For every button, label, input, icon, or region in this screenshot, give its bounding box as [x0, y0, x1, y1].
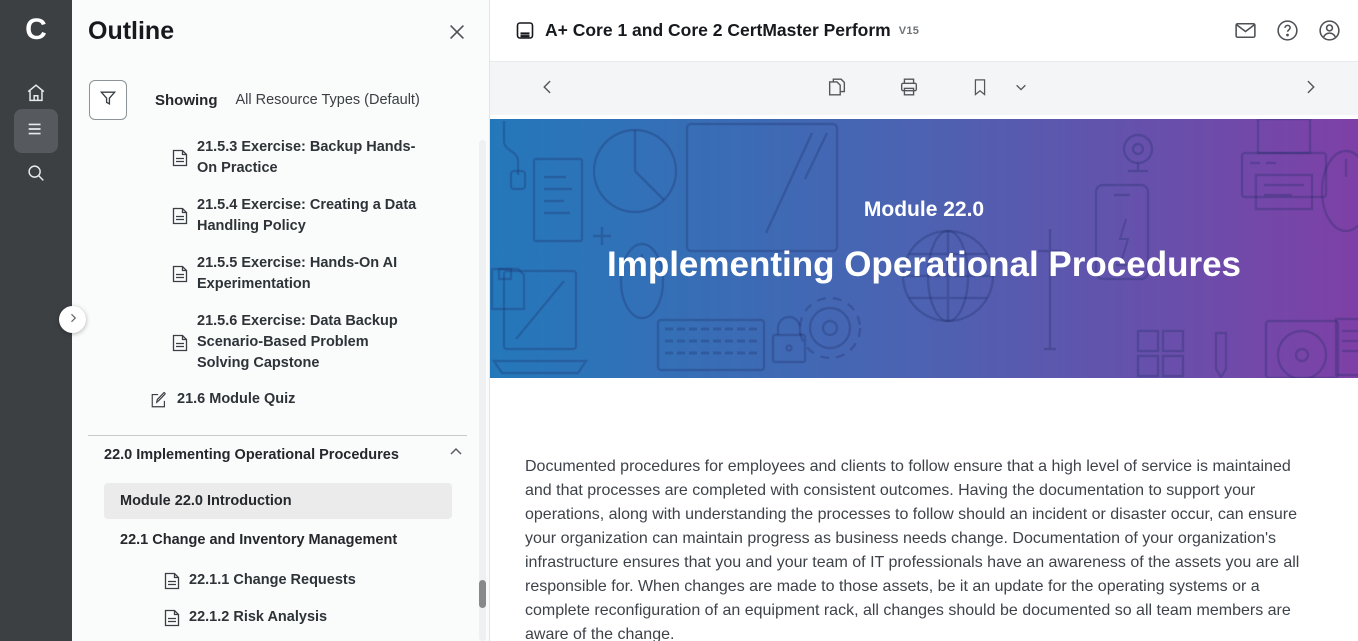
document-icon: [164, 572, 180, 590]
document-icon: [172, 149, 188, 167]
bookmark-menu-button[interactable]: [1008, 62, 1034, 116]
document-icon: [172, 207, 188, 225]
outline-item[interactable]: 21.5.6 Exercise: Data Backup Scenario-Ba…: [172, 311, 420, 374]
course-book-icon: [515, 21, 535, 41]
print-button[interactable]: [895, 62, 923, 116]
filter-value[interactable]: All Resource Types (Default): [236, 92, 420, 108]
document-icon: [172, 265, 188, 283]
outline-list-icon: [25, 118, 47, 145]
filter-showing-label: Showing: [155, 92, 218, 109]
close-outline-button[interactable]: [444, 21, 470, 47]
chevron-down-icon: [1014, 80, 1028, 99]
outline-section-label: 22.0 Implementing Operational Procedures: [104, 447, 399, 463]
comptia-logo: C: [0, 10, 72, 50]
outline-scrollbar[interactable]: [479, 140, 486, 641]
printer-icon: [898, 76, 920, 103]
outline-item[interactable]: 22.1 Change and Inventory Management: [120, 532, 397, 548]
filter-button[interactable]: [89, 80, 127, 120]
quiz-pencil-icon: [150, 391, 168, 409]
outline-item[interactable]: 22.1.1 Change Requests: [164, 570, 444, 591]
outline-item-label: 21.5.6 Exercise: Data Backup Scenario-Ba…: [197, 311, 420, 374]
course-title: A+ Core 1 and Core 2 CertMaster Perform: [545, 20, 891, 41]
outline-item-label: 21.6 Module Quiz: [177, 389, 295, 410]
filter-funnel-icon: [98, 88, 118, 113]
copy-icon: [826, 76, 848, 103]
outline-item[interactable]: 21.5.3 Exercise: Backup Hands-On Practic…: [172, 137, 432, 179]
document-icon: [164, 609, 180, 627]
document-icon: [172, 334, 188, 352]
outline-scrollbar-thumb[interactable]: [479, 580, 486, 608]
bookmark-button[interactable]: [966, 62, 994, 116]
outline-panel-title: Outline: [88, 17, 174, 46]
course-version-badge: V15: [899, 25, 919, 37]
help-button[interactable]: [1275, 18, 1300, 43]
copy-button[interactable]: [823, 62, 851, 116]
outline-item[interactable]: 21.5.5 Exercise: Hands-On AI Experimenta…: [172, 253, 432, 295]
outline-divider: [88, 435, 467, 436]
chevron-left-icon: [538, 77, 558, 102]
close-icon: [446, 21, 468, 48]
module-banner: Module 22.0 Implementing Operational Pro…: [490, 119, 1358, 378]
outline-item-label: 21.5.3 Exercise: Backup Hands-On Practic…: [197, 137, 432, 179]
chevron-right-icon: [1300, 77, 1320, 102]
home-icon: [25, 82, 47, 109]
outline-item-label: 22.1 Change and Inventory Management: [120, 532, 397, 548]
banner-module-label: Module 22.0: [864, 198, 984, 222]
search-icon: [25, 162, 47, 189]
outline-item-label: 22.1.1 Change Requests: [189, 570, 356, 591]
panel-expand-button[interactable]: [59, 306, 86, 333]
bookmark-icon: [970, 77, 990, 102]
outline-item-quiz[interactable]: 21.6 Module Quiz: [150, 389, 430, 410]
outline-panel: Outline Showing All Resource Types (Defa…: [72, 0, 490, 641]
previous-page-button[interactable]: [534, 62, 562, 116]
filter-row: Showing All Resource Types (Default): [89, 80, 420, 120]
outline-item-selected[interactable]: Module 22.0 Introduction: [104, 483, 452, 519]
chevron-right-icon: [67, 311, 79, 329]
account-button[interactable]: [1317, 18, 1342, 43]
outline-item-label: Module 22.0 Introduction: [120, 493, 292, 509]
outline-nav-button[interactable]: [14, 109, 58, 153]
outline-item-label: 22.1.2 Risk Analysis: [189, 607, 327, 628]
outline-item[interactable]: 21.5.4 Exercise: Creating a Data Handlin…: [172, 195, 432, 237]
messages-button[interactable]: [1233, 18, 1258, 43]
main-content: A+ Core 1 and Core 2 CertMaster Perform …: [490, 0, 1358, 641]
outline-item-label: 21.5.4 Exercise: Creating a Data Handlin…: [197, 195, 432, 237]
outline-section-22[interactable]: 22.0 Implementing Operational Procedures: [104, 444, 464, 465]
chevron-up-icon: [448, 444, 464, 465]
lesson-paragraph: Documented procedures for employees and …: [525, 455, 1317, 641]
next-page-button[interactable]: [1296, 62, 1324, 116]
course-header: A+ Core 1 and Core 2 CertMaster Perform …: [490, 0, 1358, 61]
outline-item-label: 21.5.5 Exercise: Hands-On AI Experimenta…: [197, 253, 432, 295]
outline-item[interactable]: 22.1.2 Risk Analysis: [164, 607, 444, 628]
search-button[interactable]: [14, 153, 58, 197]
banner-title: Implementing Operational Procedures: [607, 245, 1241, 285]
app-window: C Outline: [0, 0, 1358, 641]
reader-toolbar: [490, 61, 1358, 115]
